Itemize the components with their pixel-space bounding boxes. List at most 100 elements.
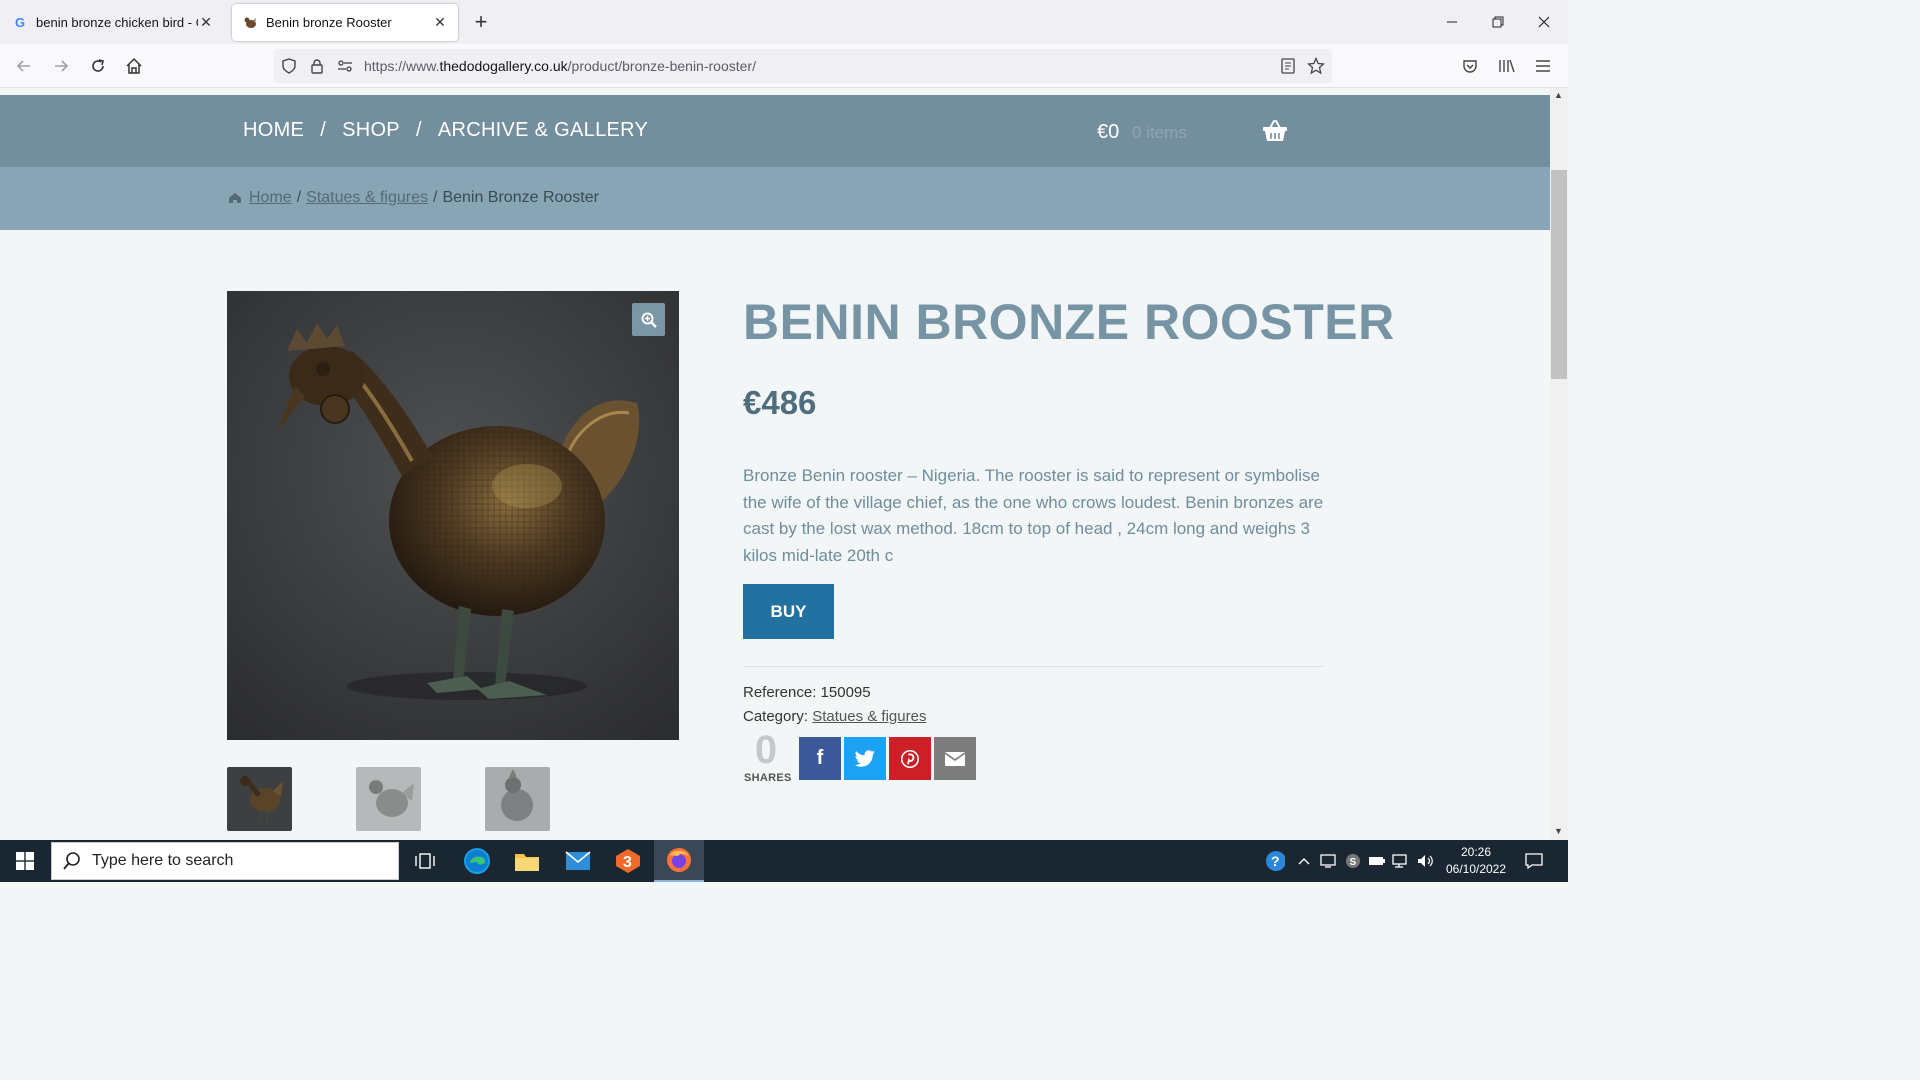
tab-google-search[interactable]: G benin bronze chicken bird - Goo ✕ xyxy=(2,4,224,41)
breadcrumb-separator: / xyxy=(432,189,438,206)
app-three-icon[interactable]: 3 xyxy=(603,840,653,882)
new-tab-icon[interactable]: + xyxy=(468,8,494,36)
facebook-share-button[interactable]: f xyxy=(799,737,841,780)
google-g-icon: G xyxy=(14,15,26,30)
taskbar-search-input[interactable]: Type here to search xyxy=(51,842,399,880)
scroll-up-icon[interactable]: ▲ xyxy=(1554,90,1563,100)
pinterest-icon xyxy=(901,749,919,768)
breadcrumb-home-link[interactable]: Home xyxy=(249,189,292,207)
nav-archive-gallery[interactable]: ARCHIVE & GALLERY xyxy=(438,119,648,142)
back-arrow-icon[interactable] xyxy=(10,52,38,80)
tab-strip: G benin bronze chicken bird - Goo ✕ Beni… xyxy=(0,0,1568,44)
nav-home[interactable]: HOME xyxy=(243,119,304,142)
reference-label: Reference: xyxy=(743,684,817,701)
url-text[interactable]: https://www.thedodogallery.co.uk/product… xyxy=(364,58,756,74)
clock-time: 20:26 xyxy=(1460,845,1492,859)
library-icon[interactable] xyxy=(1493,52,1521,80)
product-category: Category: Statues & figures xyxy=(743,708,926,725)
svg-text:S: S xyxy=(1350,857,1357,868)
twitter-share-button[interactable] xyxy=(844,737,886,780)
system-clock[interactable]: 20:26 06/10/2022 xyxy=(1436,844,1516,878)
page-viewport: HOME / SHOP / ARCHIVE & GALLERY €0 0 ite… xyxy=(0,88,1550,840)
close-tab-icon[interactable]: ✕ xyxy=(432,14,448,31)
close-tab-icon[interactable]: ✕ xyxy=(198,14,214,31)
nav-separator: / xyxy=(320,119,327,141)
reference-value: 150095 xyxy=(820,684,871,701)
windows-taskbar: Type here to search 3 ? S 20:26 06/10/20… xyxy=(0,840,1568,882)
minimize-icon[interactable] xyxy=(1429,0,1475,44)
shares-label: SHARES xyxy=(744,772,792,784)
close-window-icon[interactable] xyxy=(1521,0,1567,44)
main-navigation: HOME / SHOP / ARCHIVE & GALLERY xyxy=(243,119,648,142)
home-icon[interactable] xyxy=(120,52,148,80)
divider xyxy=(743,666,1325,667)
clock-date: 06/10/2022 xyxy=(1445,862,1507,876)
show-hidden-icons-chevron[interactable] xyxy=(1294,851,1314,871)
scrollbar-thumb[interactable] xyxy=(1551,170,1567,379)
tab-benin-rooster[interactable]: Benin bronze Rooster ✕ xyxy=(232,4,458,41)
tracking-shield-icon[interactable] xyxy=(280,57,298,75)
battery-icon[interactable] xyxy=(1367,851,1387,871)
product-description: Bronze Benin rooster – Nigeria. The roos… xyxy=(743,466,1324,565)
skype-tray-icon[interactable]: S xyxy=(1343,851,1363,871)
shares-count: 0 xyxy=(754,728,778,772)
monitor-tray-icon[interactable] xyxy=(1318,851,1338,871)
browser-toolbar: https://www.thedodogallery.co.uk/product… xyxy=(0,44,1568,88)
pocket-icon[interactable] xyxy=(1456,52,1484,80)
file-explorer-icon[interactable] xyxy=(502,840,552,882)
cart-amount[interactable]: €0 xyxy=(1097,121,1119,144)
pinterest-share-button[interactable] xyxy=(889,737,931,780)
product-reference: Reference: 150095 xyxy=(743,684,871,701)
category-link[interactable]: Statues & figures xyxy=(812,708,926,725)
product-thumbnail[interactable] xyxy=(356,767,421,831)
email-share-button[interactable] xyxy=(934,737,976,780)
product-thumbnail[interactable] xyxy=(227,767,292,831)
nav-separator: / xyxy=(415,119,422,141)
lock-icon[interactable] xyxy=(308,57,326,75)
site-header: HOME / SHOP / ARCHIVE & GALLERY €0 0 ite… xyxy=(0,95,1550,167)
forward-arrow-icon[interactable] xyxy=(47,52,75,80)
rooster-favicon xyxy=(242,15,258,31)
svg-text:3: 3 xyxy=(623,854,632,871)
address-bar[interactable]: https://www.thedodogallery.co.uk/product… xyxy=(274,49,1332,83)
tab-label: benin bronze chicken bird - Goo xyxy=(36,15,198,30)
product-price: €486 xyxy=(743,384,817,421)
category-label: Category: xyxy=(743,708,809,725)
nav-shop[interactable]: SHOP xyxy=(342,119,400,142)
breadcrumb-bar: Home / Statues & figures / Benin Bronze … xyxy=(0,167,1550,230)
svg-text:?: ? xyxy=(1271,853,1280,869)
permissions-icon[interactable] xyxy=(336,57,354,75)
help-icon[interactable]: ? xyxy=(1265,851,1285,871)
search-placeholder: Type here to search xyxy=(92,852,234,869)
product-main-image[interactable] xyxy=(227,291,679,740)
bookmark-star-icon[interactable] xyxy=(1307,57,1325,75)
product-thumbnail[interactable] xyxy=(485,767,550,831)
breadcrumb: Home / Statues & figures / Benin Bronze … xyxy=(228,189,599,207)
url-prefix: https://www. xyxy=(364,58,440,74)
network-icon[interactable] xyxy=(1391,851,1411,871)
shopping-basket-icon[interactable] xyxy=(1262,119,1288,143)
mail-icon[interactable] xyxy=(553,840,603,882)
tab-label: Benin bronze Rooster xyxy=(266,15,392,30)
home-icon xyxy=(228,192,242,204)
product-title: BENIN BRONZE ROOSTER xyxy=(743,294,1395,350)
volume-icon[interactable] xyxy=(1416,851,1436,871)
edge-browser-icon[interactable] xyxy=(452,840,502,882)
zoom-icon[interactable] xyxy=(632,303,665,336)
restore-icon[interactable] xyxy=(1475,0,1521,44)
reader-view-icon[interactable] xyxy=(1279,57,1297,75)
reload-icon[interactable] xyxy=(84,52,112,80)
firefox-icon[interactable] xyxy=(654,840,704,882)
facebook-icon: f xyxy=(816,747,824,769)
breadcrumb-current: Benin Bronze Rooster xyxy=(442,189,599,206)
buy-button[interactable]: BUY xyxy=(743,584,834,639)
scroll-down-icon[interactable]: ▼ xyxy=(1554,826,1563,836)
url-domain: thedodogallery.co.uk xyxy=(439,58,568,74)
search-icon xyxy=(63,852,80,870)
cart-items-count[interactable]: 0 items xyxy=(1132,123,1187,143)
task-view-icon[interactable] xyxy=(400,840,450,882)
windows-start-icon[interactable] xyxy=(0,840,50,882)
menu-hamburger-icon[interactable] xyxy=(1529,52,1557,80)
notifications-icon[interactable] xyxy=(1524,851,1544,871)
breadcrumb-category-link[interactable]: Statues & figures xyxy=(306,189,428,207)
